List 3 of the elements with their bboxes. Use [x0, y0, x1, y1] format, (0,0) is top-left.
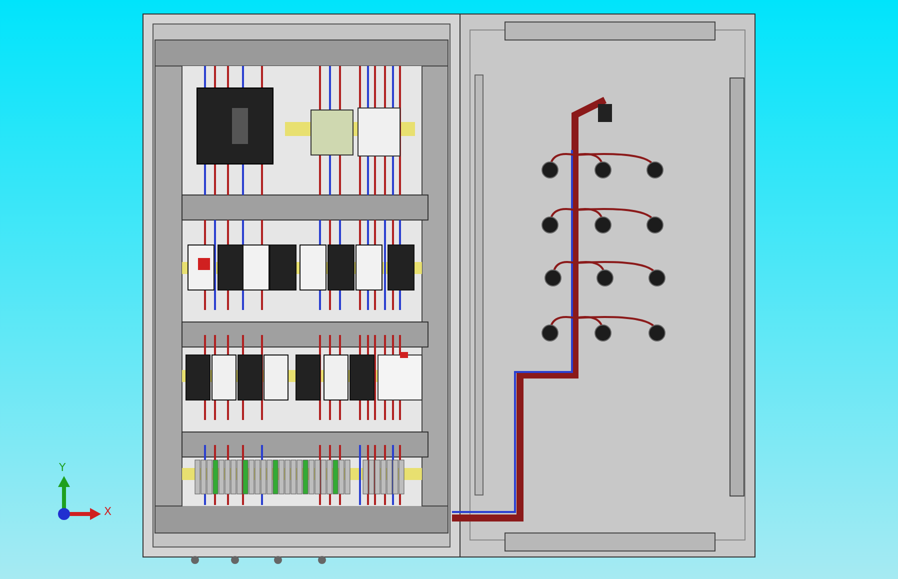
x-axis-label: X: [104, 505, 112, 518]
axis-triad-icon: [58, 476, 101, 520]
y-axis-label: Y: [59, 461, 66, 474]
